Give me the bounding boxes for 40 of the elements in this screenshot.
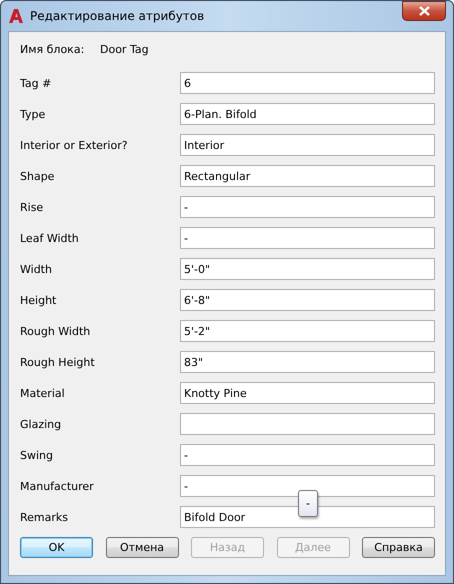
field-label: Type (20, 108, 46, 120)
field-label: Shape (20, 170, 56, 182)
field-label: Interior or Exterior? (20, 138, 129, 152)
field-label: Manufacturer (20, 480, 95, 492)
input-field[interactable] (180, 413, 435, 435)
dialog-button[interactable]: Справка (362, 537, 435, 558)
field-label: Rough Width (20, 324, 92, 338)
input-field[interactable]: 6 (180, 72, 435, 94)
field-label: Material (20, 386, 66, 400)
input-field[interactable]: - (180, 196, 435, 218)
field-label: Width (20, 262, 53, 276)
input-field[interactable]: 83" (180, 351, 435, 373)
field-label: Rough Height (20, 356, 96, 368)
dialog-button[interactable]: OK (20, 537, 93, 558)
field-label: Remarks (20, 510, 69, 524)
block-name-label: Имя блока: (20, 42, 86, 56)
field-label: Glazing (20, 418, 62, 430)
field-label: Height (20, 294, 58, 306)
window-title: Редактирование атрибутов (30, 9, 206, 23)
input-field[interactable]: 5'-0" (180, 258, 435, 280)
close-icon (418, 6, 430, 16)
field-label: Tag # (20, 76, 52, 90)
tooltip: - (298, 490, 318, 517)
input-field[interactable]: Bifold Door (180, 506, 435, 528)
input-field[interactable]: - (180, 475, 435, 497)
block-name-value: Door Tag (100, 42, 149, 56)
input-field[interactable]: - (180, 444, 435, 466)
field-label: Leaf Width (20, 232, 80, 244)
input-field[interactable]: Interior (180, 134, 435, 156)
input-field[interactable]: Knotty Pine (180, 382, 435, 404)
close-button[interactable] (402, 1, 446, 21)
input-field[interactable]: - (180, 227, 435, 249)
input-field[interactable]: 5'-2" (180, 320, 435, 342)
input-field[interactable]: 6'-8" (180, 289, 435, 311)
field-label: Swing (20, 448, 54, 462)
dialog-button[interactable]: Отмена (106, 537, 178, 558)
input-field[interactable]: Rectangular (180, 165, 435, 187)
input-field[interactable]: 6-Plan. Bifold (180, 103, 435, 125)
field-label: Rise (20, 200, 44, 214)
letter-a-logo-icon (8, 8, 24, 24)
